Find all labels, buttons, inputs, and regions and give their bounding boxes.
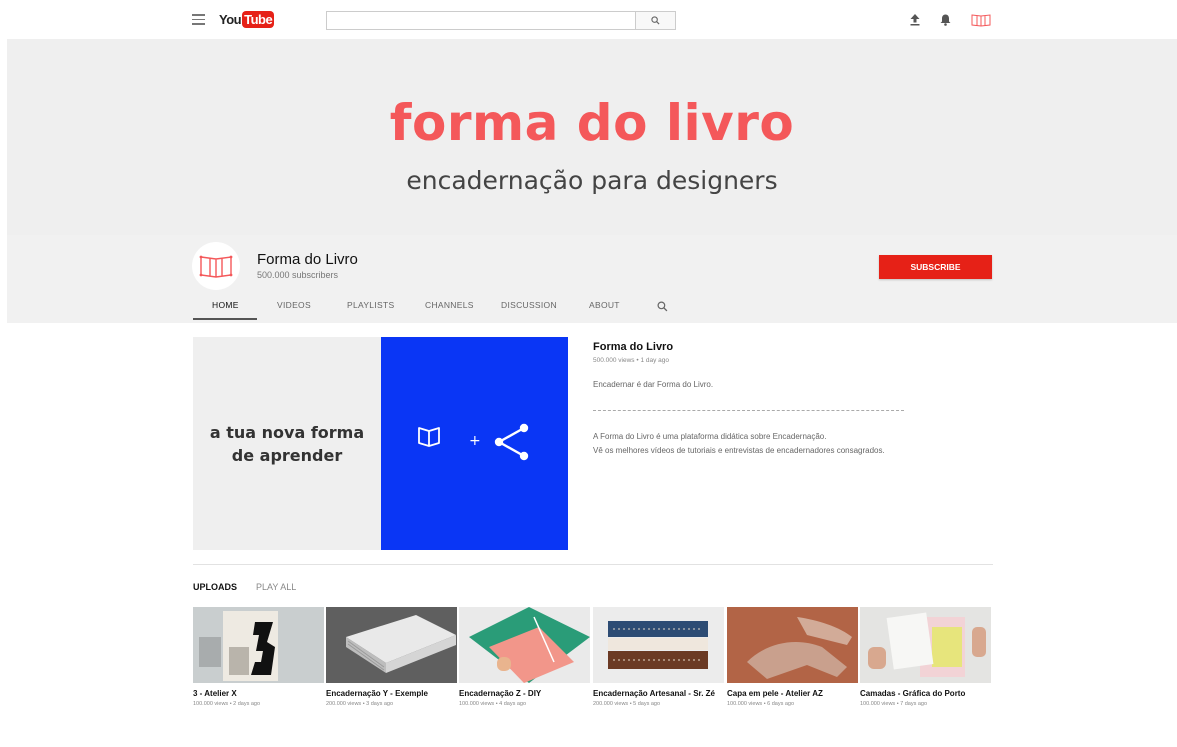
video-title[interactable]: Encadernação Z - DIY — [459, 689, 541, 698]
account-avatar-icon — [971, 14, 991, 27]
uploads-heading[interactable]: UPLOADS — [193, 582, 237, 592]
logo-you-text: You — [219, 11, 242, 27]
video-meta: 200.000 views • 3 days ago — [326, 701, 394, 707]
video-title[interactable]: Encadernação Artesanal - Sr. Zé — [593, 689, 715, 698]
featured-description-line: Encadernar é dar Forma do Livro. — [593, 380, 714, 389]
video-thumbnail[interactable] — [593, 607, 724, 683]
video-thumbnail-image — [593, 607, 724, 683]
video-thumbnail-image — [193, 607, 324, 683]
channel-banner: forma do livro encadernação para designe… — [7, 39, 1177, 235]
featured-description-line: A Forma do Livro é uma plataforma didáti… — [593, 432, 827, 441]
tab-discussion[interactable]: DISCUSSION — [501, 300, 557, 310]
subscriber-count: 500.000 subscribers — [257, 270, 339, 280]
search-icon — [651, 16, 660, 25]
description-divider — [593, 410, 904, 411]
video-meta: 100.000 views • 6 days ago — [727, 701, 795, 707]
tab-about[interactable]: ABOUT — [589, 300, 620, 310]
video-meta: 100.000 views • 2 days ago — [193, 701, 261, 707]
featured-video-thumbnail[interactable]: a tua nova forma de aprender — [193, 337, 381, 550]
active-tab-indicator — [193, 318, 257, 320]
upload-button[interactable] — [907, 12, 923, 28]
tab-playlists[interactable]: PLAYLISTS — [347, 300, 394, 310]
channel-search-button[interactable] — [657, 299, 668, 317]
banner-title: forma do livro — [389, 94, 795, 152]
channel-name: Forma do Livro — [257, 251, 358, 268]
notifications-button[interactable] — [937, 12, 953, 28]
video-thumbnail[interactable] — [727, 607, 858, 683]
menu-icon[interactable] — [192, 14, 205, 25]
tab-channels[interactable]: CHANNELS — [425, 300, 474, 310]
play-all-button[interactable]: PLAY ALL — [256, 582, 296, 592]
banner-subtitle: encadernação para designers — [406, 166, 778, 195]
video-thumbnail-image — [727, 607, 858, 683]
tab-videos[interactable]: VIDEOS — [277, 300, 311, 310]
featured-video-title[interactable]: Forma do Livro — [593, 341, 673, 353]
video-thumbnail[interactable] — [193, 607, 324, 683]
video-thumbnail[interactable] — [860, 607, 991, 683]
subscribe-button[interactable]: SUBSCRIBE — [879, 255, 992, 279]
section-divider — [193, 564, 993, 565]
channel-avatar[interactable] — [192, 242, 240, 290]
search-icon — [657, 301, 668, 312]
account-button[interactable] — [970, 12, 992, 28]
video-thumbnail[interactable] — [326, 607, 457, 683]
video-title[interactable]: 3 - Atelier X — [193, 689, 237, 698]
search-button[interactable] — [635, 11, 676, 30]
video-title[interactable]: Camadas - Gráfica do Porto — [860, 689, 965, 698]
video-thumbnail-image — [459, 607, 590, 683]
bell-icon — [940, 14, 950, 26]
share-icon — [494, 423, 529, 461]
youtube-logo[interactable]: You Tube — [219, 10, 275, 28]
video-thumbnail[interactable] — [459, 607, 590, 683]
featured-description-line: Vê os melhores vídeos de tutoriais e ent… — [593, 446, 885, 455]
plus-sign: + — [469, 433, 481, 449]
featured-video-thumbnail-graphic[interactable]: + — [381, 337, 568, 550]
open-book-icon — [418, 427, 440, 447]
featured-thumb-text: a tua nova forma de aprender — [209, 422, 365, 465]
video-meta: 200.000 views • 5 days ago — [593, 701, 661, 707]
video-thumbnail-image — [326, 607, 457, 683]
video-meta: 100.000 views • 4 days ago — [459, 701, 527, 707]
featured-video-meta: 500.000 views • 1 day ago — [593, 357, 669, 364]
video-title[interactable]: Capa em pele - Atelier AZ — [727, 689, 823, 698]
tab-home[interactable]: HOME — [212, 300, 239, 310]
video-thumbnail-image — [860, 607, 991, 683]
book-logo-icon — [199, 255, 233, 278]
upload-icon — [910, 14, 920, 26]
video-meta: 100.000 views • 7 days ago — [860, 701, 928, 707]
search-input[interactable] — [326, 11, 675, 30]
video-title[interactable]: Encadernação Y - Exemple — [326, 689, 428, 698]
logo-tube-text: Tube — [242, 10, 275, 28]
